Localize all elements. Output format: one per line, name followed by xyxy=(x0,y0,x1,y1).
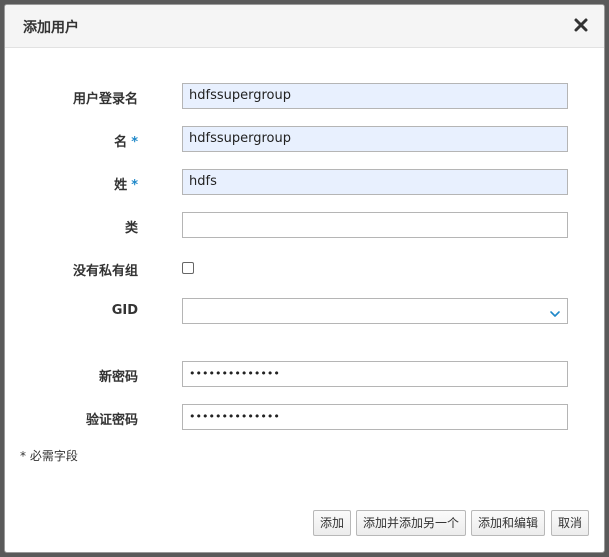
required-asterisk: * xyxy=(131,135,138,150)
add-user-dialog: 添加用户 用户登录名 hdfssupergroup 名 * hdfssupergr… xyxy=(4,4,605,553)
add-and-edit-button[interactable]: 添加和编辑 xyxy=(471,510,545,536)
last-name-input[interactable]: hdfs xyxy=(182,169,568,195)
close-icon[interactable] xyxy=(572,16,590,34)
chevron-down-icon xyxy=(549,305,561,317)
verify-password-label: 验证密码 xyxy=(85,413,138,428)
required-fields-note: * 必需字段 xyxy=(20,449,78,463)
dialog-header: 添加用户 xyxy=(5,5,604,48)
gid-label: GID xyxy=(111,303,138,318)
login-label: 用户登录名 xyxy=(72,92,138,107)
password-label: 新密码 xyxy=(98,370,138,385)
verify-password-input[interactable]: •••••••••••••• xyxy=(182,404,568,430)
dialog-title: 添加用户 xyxy=(23,20,79,36)
last-name-row: 姓 * hdfs xyxy=(5,169,604,195)
no-private-group-label: 没有私有组 xyxy=(72,264,138,279)
gid-select[interactable] xyxy=(182,298,568,324)
password-input[interactable]: •••••••••••••• xyxy=(182,361,568,387)
no-private-group-checkbox[interactable] xyxy=(182,262,194,274)
login-input[interactable]: hdfssupergroup xyxy=(182,83,568,109)
first-name-input[interactable]: hdfssupergroup xyxy=(182,126,568,152)
first-name-row: 名 * hdfssupergroup xyxy=(5,126,604,152)
gid-row: GID xyxy=(5,298,604,324)
verify-password-row: 验证密码 •••••••••••••• xyxy=(5,404,604,430)
add-and-add-another-button[interactable]: 添加并添加另一个 xyxy=(356,510,466,536)
required-asterisk: * xyxy=(131,178,138,193)
class-input[interactable] xyxy=(182,212,568,238)
add-button[interactable]: 添加 xyxy=(313,510,351,536)
last-name-label: 姓 * xyxy=(114,178,138,193)
no-private-group-row: 没有私有组 xyxy=(5,255,604,281)
cancel-button[interactable]: 取消 xyxy=(551,510,589,536)
class-label: 类 xyxy=(124,221,138,236)
login-row: 用户登录名 hdfssupergroup xyxy=(5,83,604,109)
class-row: 类 xyxy=(5,212,604,238)
first-name-label: 名 * xyxy=(114,135,138,150)
password-row: 新密码 •••••••••••••• xyxy=(5,361,604,387)
